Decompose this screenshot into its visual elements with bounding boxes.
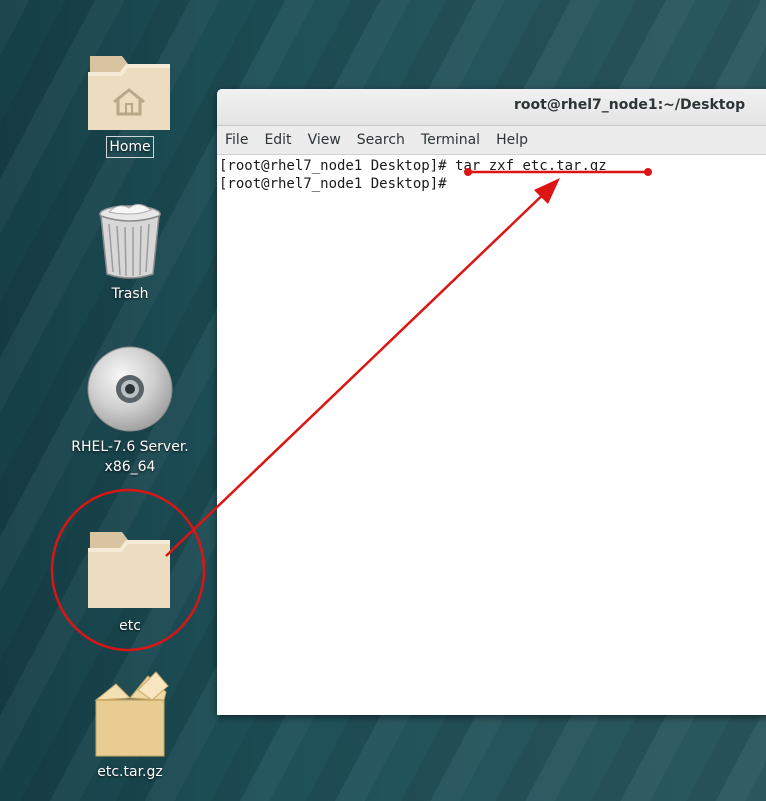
- terminal-titlebar[interactable]: root@rhel7_node1:~/Desktop: [217, 89, 766, 126]
- archive-label: etc.tar.gz: [97, 764, 163, 780]
- terminal-menubar: File Edit View Search Terminal Help: [217, 126, 766, 155]
- trash[interactable]: Trash: [65, 200, 195, 304]
- etc-folder[interactable]: etc: [65, 528, 195, 636]
- etc-label: etc: [119, 618, 141, 634]
- terminal-command: tar zxf etc.tar.gz: [455, 158, 607, 174]
- menu-help[interactable]: Help: [496, 132, 528, 148]
- home-folder[interactable]: Home: [65, 48, 195, 158]
- menu-view[interactable]: View: [308, 132, 341, 148]
- optical-disc-icon: [87, 346, 173, 432]
- terminal-title: root@rhel7_node1:~/Desktop: [514, 97, 746, 113]
- desktop: Home Trash RHEL-7.6 Server. x86_64 etc e…: [0, 0, 766, 801]
- home-folder-icon: [88, 56, 170, 130]
- menu-file[interactable]: File: [225, 132, 248, 148]
- terminal-window[interactable]: root@rhel7_node1:~/Desktop File Edit Vie…: [217, 89, 766, 715]
- menu-terminal[interactable]: Terminal: [421, 132, 480, 148]
- terminal-line: [root@rhel7_node1 Desktop]#: [219, 175, 766, 193]
- rhel-label-line1: RHEL-7.6 Server.: [71, 439, 189, 455]
- folder-icon: [88, 532, 170, 608]
- etc-archive[interactable]: etc.tar.gz: [65, 670, 195, 782]
- terminal-prompt: [root@rhel7_node1 Desktop]#: [219, 158, 456, 174]
- rhel-label-line2: x86_64: [104, 459, 156, 475]
- menu-search[interactable]: Search: [357, 132, 405, 148]
- terminal-line: [root@rhel7_node1 Desktop]# tar zxf etc.…: [219, 157, 766, 175]
- terminal-output[interactable]: [root@rhel7_node1 Desktop]# tar zxf etc.…: [217, 155, 766, 193]
- home-label: Home: [106, 136, 154, 158]
- archive-box-icon: [94, 671, 169, 757]
- trash-icon: [99, 204, 161, 279]
- rhel-label: RHEL-7.6 Server. x86_64: [69, 437, 191, 477]
- trash-label: Trash: [111, 286, 149, 302]
- terminal-prompt: [root@rhel7_node1 Desktop]#: [219, 176, 456, 192]
- rhel-disc[interactable]: RHEL-7.6 Server. x86_64: [65, 345, 195, 477]
- menu-edit[interactable]: Edit: [264, 132, 291, 148]
